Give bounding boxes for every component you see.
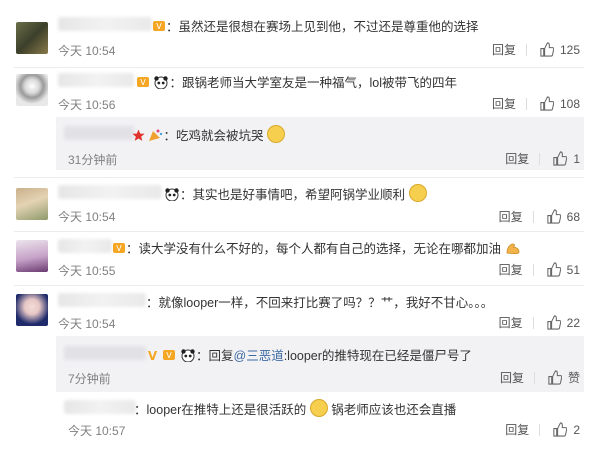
verified-v-icon: V: [146, 349, 159, 365]
avatar[interactable]: [16, 188, 48, 220]
divider: [525, 43, 527, 56]
vip-badge-icon: V: [152, 19, 166, 36]
comment-item: ：其实也是好事情吧，希望阿锅学业顺利 今天 10:54 回复 68: [0, 178, 594, 230]
svg-text:V: V: [116, 244, 122, 253]
divider: [532, 316, 534, 329]
thumbs-up-icon[interactable]: [546, 262, 561, 277]
panda-icon: [164, 187, 180, 204]
comment-list: V ：虽然还是很想在赛场上见到他，不过还是尊重他的选择 今天 10:54 回复 1…: [0, 0, 594, 453]
divider: [532, 210, 534, 223]
comment-text: 跟锅老师当大学室友是一种福气，lol被带飞的四年: [182, 76, 458, 90]
comment-time: 今天 10:54: [58, 44, 116, 58]
sub-reply: V V ：回复@三恶道:looper的推特现在已经是僵尸号了 7分钟前 回复 赞: [56, 336, 584, 392]
comment-item: V ：跟锅老师当大学室友是一种福气，lol被带飞的四年 今天 10:56 回复 …: [0, 68, 594, 120]
reply-button[interactable]: 回复: [505, 150, 529, 167]
comment-text: 就像looper一样，不回来打比赛了吗？？艹，我好不甘心。。。: [158, 296, 494, 310]
party-icon: [148, 128, 163, 145]
username-blurred[interactable]: [58, 17, 152, 31]
reply-button[interactable]: 回复: [499, 261, 523, 278]
username-blurred[interactable]: [58, 239, 112, 253]
panda-icon: [153, 75, 169, 92]
avatar[interactable]: [16, 294, 48, 326]
divider: [532, 263, 534, 276]
divider: [539, 152, 541, 165]
svg-text:V: V: [156, 22, 162, 31]
svg-text:V: V: [167, 351, 173, 360]
username-blurred[interactable]: [58, 185, 162, 199]
like-count: 125: [559, 42, 580, 57]
comment-time: 今天 10:54: [58, 317, 116, 331]
comment-time: 31分钟前: [68, 153, 118, 167]
like-count: 68: [566, 209, 580, 224]
comment-time: 今天 10:57: [68, 424, 126, 438]
avatar[interactable]: [16, 240, 48, 272]
smile-emoji-icon: [408, 184, 427, 202]
comment-item: V ：虽然还是很想在赛场上见到他，不过还是尊重他的选择 今天 10:54 回复 1…: [0, 0, 594, 64]
vip-badge-icon: V: [162, 348, 176, 365]
username-blurred[interactable]: [58, 293, 146, 307]
muscle-emoji-icon: [505, 241, 521, 258]
thumbs-up-icon[interactable]: [552, 422, 568, 437]
reply-button[interactable]: 回复: [499, 314, 523, 331]
svg-text:V: V: [140, 78, 146, 87]
username-blurred[interactable]: [64, 346, 146, 360]
comment-time: 7分钟前: [68, 372, 111, 386]
like-count: 51: [566, 262, 580, 277]
star-icon: [132, 129, 145, 145]
divider: [539, 423, 541, 436]
thumbs-up-icon[interactable]: [546, 315, 561, 330]
reply-button[interactable]: 回复: [505, 421, 529, 438]
like-count: 1: [573, 151, 580, 166]
reply-button[interactable]: 回复: [499, 208, 523, 225]
comment-time: 今天 10:55: [58, 264, 116, 278]
panda-icon: [180, 348, 196, 365]
avatar[interactable]: [16, 22, 48, 54]
comment-text: 读大学没有什么不好的，每个人都有自己的选择，无论在哪都加油: [138, 242, 502, 256]
comment-text: 虽然还是很想在赛场上见到他，不过还是尊重他的选择: [178, 20, 479, 34]
svg-text:V: V: [148, 349, 158, 362]
like-label: 赞: [567, 371, 580, 385]
comment-text-continued: 锅老师应该也还会直播: [331, 403, 457, 417]
mention-link[interactable]: @三恶道: [234, 349, 284, 363]
username-blurred[interactable]: [64, 126, 134, 140]
thumbs-up-icon[interactable]: [539, 42, 554, 57]
vip-badge-icon: V: [136, 75, 150, 92]
comment-time: 今天 10:54: [58, 210, 116, 224]
divider: [525, 97, 527, 110]
comment-text: :looper的推特现在已经是僵尸号了: [283, 349, 472, 363]
thumbs-up-icon[interactable]: [552, 151, 568, 166]
comment-text: 其实也是好事情吧，希望阿锅学业顺利: [192, 188, 406, 202]
thumbs-up-icon[interactable]: [547, 370, 562, 385]
like-count: 22: [566, 315, 580, 330]
comment-text: 吃鸡就会被坑哭: [176, 129, 264, 143]
thumbs-up-icon[interactable]: [546, 209, 561, 224]
like-count: 108: [559, 96, 580, 111]
comment-item: ：就像looper一样，不回来打比赛了吗？？艹，我好不甘心。。。 今天 10:5…: [0, 286, 594, 338]
comment-time: 今天 10:56: [58, 98, 116, 112]
username-blurred[interactable]: [64, 400, 136, 414]
avatar[interactable]: [16, 74, 48, 106]
thumbs-up-icon[interactable]: [539, 96, 554, 111]
comment-item: V ：读大学没有什么不好的，每个人都有自己的选择，无论在哪都加油 今天 10:55…: [0, 232, 594, 284]
reply-button[interactable]: 回复: [492, 41, 516, 58]
comment-text: looper在推特上还是很活跃的: [146, 403, 307, 417]
smile-emoji-icon: [267, 125, 285, 143]
laugh-emoji-icon: [309, 399, 328, 417]
reply-button[interactable]: 回复: [500, 369, 524, 386]
username-blurred[interactable]: [58, 73, 134, 87]
reply-button[interactable]: 回复: [492, 95, 516, 112]
divider: [533, 371, 535, 384]
sub-reply: ：吃鸡就会被坑哭 31分钟前 回复 1: [56, 117, 584, 170]
reply-prefix: 回复: [208, 349, 234, 363]
like-count: 2: [573, 422, 580, 437]
vip-badge-icon: V: [112, 241, 126, 258]
